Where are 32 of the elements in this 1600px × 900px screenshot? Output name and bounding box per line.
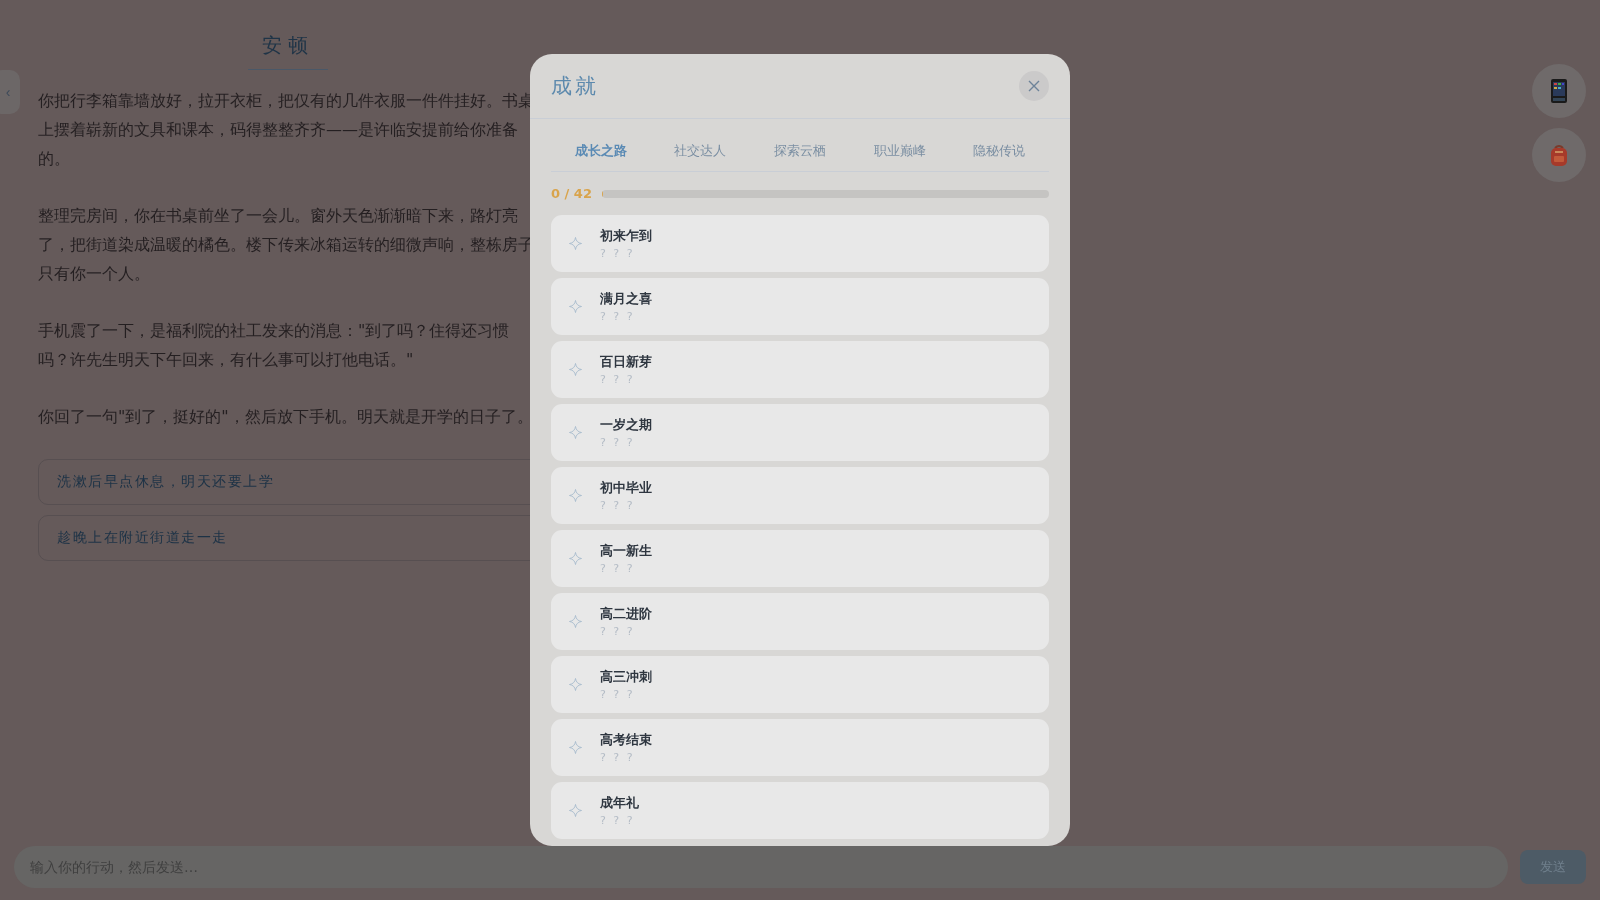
progress-count: 0 / 42 [551,186,592,201]
achievement-name: 高二进阶 [600,605,652,623]
achievement-description: ? ? ? [600,499,636,512]
phone-icon [1550,78,1568,104]
achievement-description: ? ? ? [600,688,636,701]
category-tab[interactable]: 社交达人 [650,131,751,171]
achievement-description: ? ? ? [600,562,636,575]
close-button[interactable] [1019,71,1049,101]
chapter-title: 安顿 [262,32,314,59]
achievement-description: ? ? ? [600,625,636,638]
achievement-name: 初中毕业 [600,479,652,497]
sidebar-toggle-button[interactable]: ‹ [0,70,20,114]
achievement-name: 成年礼 [600,794,639,812]
achievement-name: 初来乍到 [600,227,652,245]
achievement-name: 百日新芽 [600,353,652,371]
category-tab[interactable]: 成长之路 [551,131,651,171]
achievement-description: ? ? ? [600,751,636,764]
achievement-name: 高三冲刺 [600,668,652,686]
achievement-description: ? ? ? [600,247,636,260]
close-icon [1028,80,1040,92]
achievement-name: 高考结束 [600,731,652,749]
achievement-description: ? ? ? [600,373,636,386]
category-tab[interactable]: 探索云栖 [750,131,850,171]
category-tab[interactable]: 隐秘传说 [949,131,1049,171]
achievement-name: 满月之喜 [600,290,652,308]
achievement-description: ? ? ? [600,814,636,827]
dialog-title: 成就 [551,73,599,100]
achievement-name: 高一新生 [600,542,652,560]
achievement-description: ? ? ? [600,310,636,323]
achievement-description: ? ? ? [600,436,636,449]
achievement-name: 一岁之期 [600,416,652,434]
category-tab[interactable]: 职业巅峰 [849,131,950,171]
